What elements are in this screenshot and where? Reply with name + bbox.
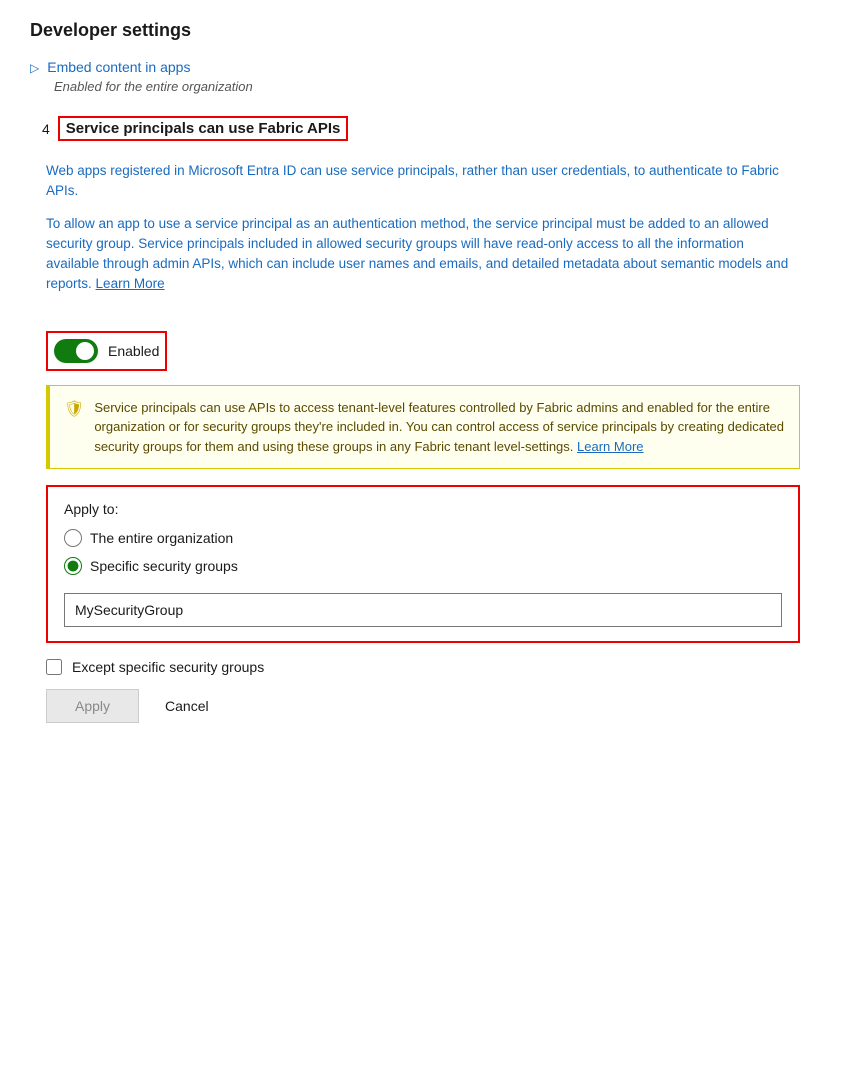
- description-text-2: To allow an app to use a service princip…: [46, 214, 800, 295]
- page-title: Developer settings: [30, 20, 816, 41]
- embed-title[interactable]: Embed content in apps: [47, 59, 190, 75]
- embed-subtitle: Enabled for the entire organization: [54, 79, 816, 94]
- except-row: Except specific security groups: [46, 659, 800, 675]
- toggle-label: Enabled: [108, 343, 159, 359]
- cancel-button[interactable]: Cancel: [155, 690, 219, 722]
- expand-icon: ▷: [30, 61, 39, 75]
- shield-icon: 🛡: [64, 399, 84, 419]
- apply-to-section: Apply to: The entire organization Specif…: [46, 485, 800, 643]
- apply-to-label: Apply to:: [64, 501, 782, 517]
- warning-text-content: Service principals can use APIs to acces…: [94, 398, 785, 457]
- learn-more-link-1[interactable]: Learn More: [96, 276, 165, 291]
- enabled-toggle[interactable]: [54, 339, 98, 363]
- radio-entire-org-input[interactable]: [64, 529, 82, 547]
- service-principal-section: 4 Service principals can use Fabric APIs…: [30, 106, 816, 723]
- action-row: Apply Cancel: [46, 689, 800, 723]
- apply-button[interactable]: Apply: [46, 689, 139, 723]
- radio-specific-groups-input[interactable]: [64, 557, 82, 575]
- section-title-row: 4 Service principals can use Fabric APIs: [30, 106, 816, 151]
- radio-entire-org[interactable]: The entire organization: [64, 529, 782, 547]
- section-badge: 4: [42, 121, 50, 137]
- section-main-title[interactable]: Service principals can use Fabric APIs: [58, 116, 349, 141]
- toggle-row[interactable]: Enabled: [46, 331, 167, 371]
- radio-entire-org-label: The entire organization: [90, 530, 233, 546]
- toggle-slider: [54, 339, 98, 363]
- except-checkbox[interactable]: [46, 659, 62, 675]
- learn-more-link-2[interactable]: Learn More: [577, 439, 643, 454]
- security-group-input[interactable]: [64, 593, 782, 627]
- embed-section: ▷ Embed content in apps Enabled for the …: [30, 59, 816, 94]
- radio-specific-groups[interactable]: Specific security groups: [64, 557, 782, 575]
- warning-box: 🛡 Service principals can use APIs to acc…: [46, 385, 800, 470]
- radio-specific-groups-label: Specific security groups: [90, 558, 238, 574]
- except-label: Except specific security groups: [72, 659, 264, 675]
- description-block: Web apps registered in Microsoft Entra I…: [30, 151, 816, 317]
- description-text-1: Web apps registered in Microsoft Entra I…: [46, 161, 800, 202]
